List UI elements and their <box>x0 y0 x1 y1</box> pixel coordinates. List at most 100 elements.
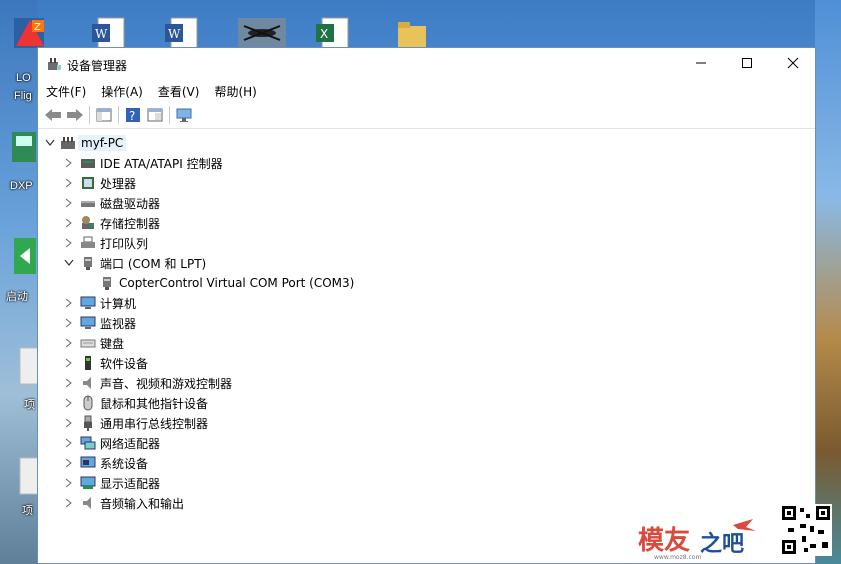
chevron-right-icon[interactable] <box>63 417 75 429</box>
toolbar-separator-2 <box>118 106 119 124</box>
software-device-icon <box>80 355 96 371</box>
chevron-right-icon[interactable] <box>63 317 75 329</box>
chevron-right-icon[interactable] <box>63 237 75 249</box>
qr-code <box>780 504 832 556</box>
desktop-label-project-2[interactable]: 项 <box>22 502 33 518</box>
network-adapter-icon <box>80 435 96 451</box>
chevron-right-icon[interactable] <box>63 437 75 449</box>
forward-button[interactable] <box>64 104 86 126</box>
desktop-label-lo[interactable]: LO <box>16 72 31 84</box>
tree-item-label: CopterControl Virtual COM Port (COM3) <box>119 276 355 290</box>
chevron-right-icon[interactable] <box>63 337 75 349</box>
audio-io-icon <box>80 495 96 511</box>
desktop-right <box>815 0 841 564</box>
tree-item-audio-io[interactable]: 音频输入和输出 <box>38 493 815 513</box>
desktop-label-project-1[interactable]: 项 <box>24 396 35 412</box>
console-tree-icon <box>96 108 112 122</box>
tree-item-print-queue[interactable]: 打印队列 <box>38 233 815 253</box>
tree-item-label: 软件设备 <box>100 356 149 371</box>
tree-item-label: 磁盘驱动器 <box>100 196 161 211</box>
chevron-right-icon[interactable] <box>63 217 75 229</box>
chevron-down-icon[interactable] <box>44 137 56 149</box>
chevron-right-icon[interactable] <box>63 377 75 389</box>
tree-item-label: 通用串行总线控制器 <box>100 416 209 431</box>
tree-item-storage[interactable]: 存储控制器 <box>38 213 815 233</box>
storage-controller-icon <box>80 215 96 231</box>
tree-item-sound[interactable]: 声音、视频和游戏控制器 <box>38 373 815 393</box>
tree-item-software[interactable]: 软件设备 <box>38 353 815 373</box>
desktop-label-start[interactable]: 启动 <box>6 288 28 304</box>
chevron-right-icon[interactable] <box>63 497 75 509</box>
tree-item-label: 打印队列 <box>100 236 149 251</box>
maximize-button[interactable] <box>724 48 770 78</box>
back-button[interactable] <box>42 104 64 126</box>
usb-icon <box>80 415 96 431</box>
properties-button[interactable] <box>144 104 166 126</box>
drone-image-icon[interactable] <box>238 16 286 50</box>
tree-item-disk[interactable]: 磁盘驱动器 <box>38 193 815 213</box>
svg-text:www.moz8.com: www.moz8.com <box>654 554 701 561</box>
minimize-icon <box>696 62 706 64</box>
keyboard-icon <box>80 335 96 351</box>
help-button[interactable]: ? <box>122 104 144 126</box>
chevron-down-icon[interactable] <box>63 257 75 269</box>
tree-item-ide[interactable]: IDE ATA/ATAPI 控制器 <box>38 153 815 173</box>
tree-item-label: 声音、视频和游戏控制器 <box>100 376 233 391</box>
chevron-right-icon[interactable] <box>63 157 75 169</box>
chevron-right-icon[interactable] <box>63 297 75 309</box>
title-bar[interactable]: 设备管理器 <box>38 48 815 80</box>
tree-item-label: 系统设备 <box>100 456 149 471</box>
chevron-right-icon[interactable] <box>63 477 75 489</box>
close-button[interactable] <box>770 48 816 78</box>
word-doc-icon[interactable]: W <box>90 16 126 50</box>
show-hide-console-tree-button[interactable] <box>93 104 115 126</box>
desktop-label-flig[interactable]: Flig <box>14 90 32 102</box>
mouse-icon <box>80 395 96 411</box>
tree-item-mouse[interactable]: 鼠标和其他指针设备 <box>38 393 815 413</box>
ide-controller-icon <box>80 155 96 171</box>
sound-icon <box>80 375 96 391</box>
device-manager-window: 设备管理器 文件(F) 操作(A) 查看(V) 帮助(H) ? myf-PC I… <box>37 47 816 564</box>
forward-arrow-icon <box>67 109 83 121</box>
tree-item-monitor[interactable]: 监视器 <box>38 313 815 333</box>
folder-icon[interactable] <box>396 16 432 50</box>
maximize-icon <box>742 58 752 68</box>
desktop-label-dxp[interactable]: DXP <box>10 180 33 192</box>
tree-item-ports[interactable]: 端口 (COM 和 LPT) <box>38 253 815 273</box>
port-icon <box>80 255 96 271</box>
tree-item-network[interactable]: 网络适配器 <box>38 433 815 453</box>
menu-file[interactable]: 文件(F) <box>46 83 86 100</box>
tree-item-computer[interactable]: 计算机 <box>38 293 815 313</box>
tree-item-label: 鼠标和其他指针设备 <box>100 396 209 411</box>
svg-text:Z: Z <box>34 22 41 33</box>
tree-item-processor[interactable]: 处理器 <box>38 173 815 193</box>
word-doc-icon-2[interactable]: W <box>163 16 199 50</box>
chevron-right-icon[interactable] <box>63 457 75 469</box>
tree-item-copter-port[interactable]: CopterControl Virtual COM Port (COM3) <box>38 273 815 293</box>
close-icon <box>787 57 799 69</box>
scan-hardware-button[interactable] <box>173 104 195 126</box>
tree-item-display[interactable]: 显示适配器 <box>38 473 815 493</box>
chevron-right-icon[interactable] <box>63 397 75 409</box>
chevron-right-icon[interactable] <box>63 177 75 189</box>
tree-item-system[interactable]: 系统设备 <box>38 453 815 473</box>
chevron-right-icon[interactable] <box>63 357 75 369</box>
svg-text:?: ? <box>129 109 135 123</box>
excel-doc-icon[interactable]: X <box>314 16 350 50</box>
printer-icon <box>80 235 96 251</box>
tree-root-label: myf-PC <box>78 135 127 151</box>
tree-root[interactable]: myf-PC <box>38 133 815 153</box>
computer-root-icon <box>60 135 76 151</box>
chevron-right-icon[interactable] <box>63 197 75 209</box>
menu-help[interactable]: 帮助(H) <box>214 83 256 100</box>
computer-icon <box>80 295 96 311</box>
minimize-button[interactable] <box>678 48 724 78</box>
menu-view[interactable]: 查看(V) <box>158 83 200 100</box>
menu-action[interactable]: 操作(A) <box>101 83 143 100</box>
watermark-logo: 模友 之吧 www.moz8.com <box>638 517 758 561</box>
tree-item-usb[interactable]: 通用串行总线控制器 <box>38 413 815 433</box>
app-shortcut-icon[interactable]: Z <box>12 16 48 50</box>
disk-drive-icon <box>80 195 96 211</box>
tree-item-keyboard[interactable]: 键盘 <box>38 333 815 353</box>
display-adapter-icon <box>80 475 96 491</box>
